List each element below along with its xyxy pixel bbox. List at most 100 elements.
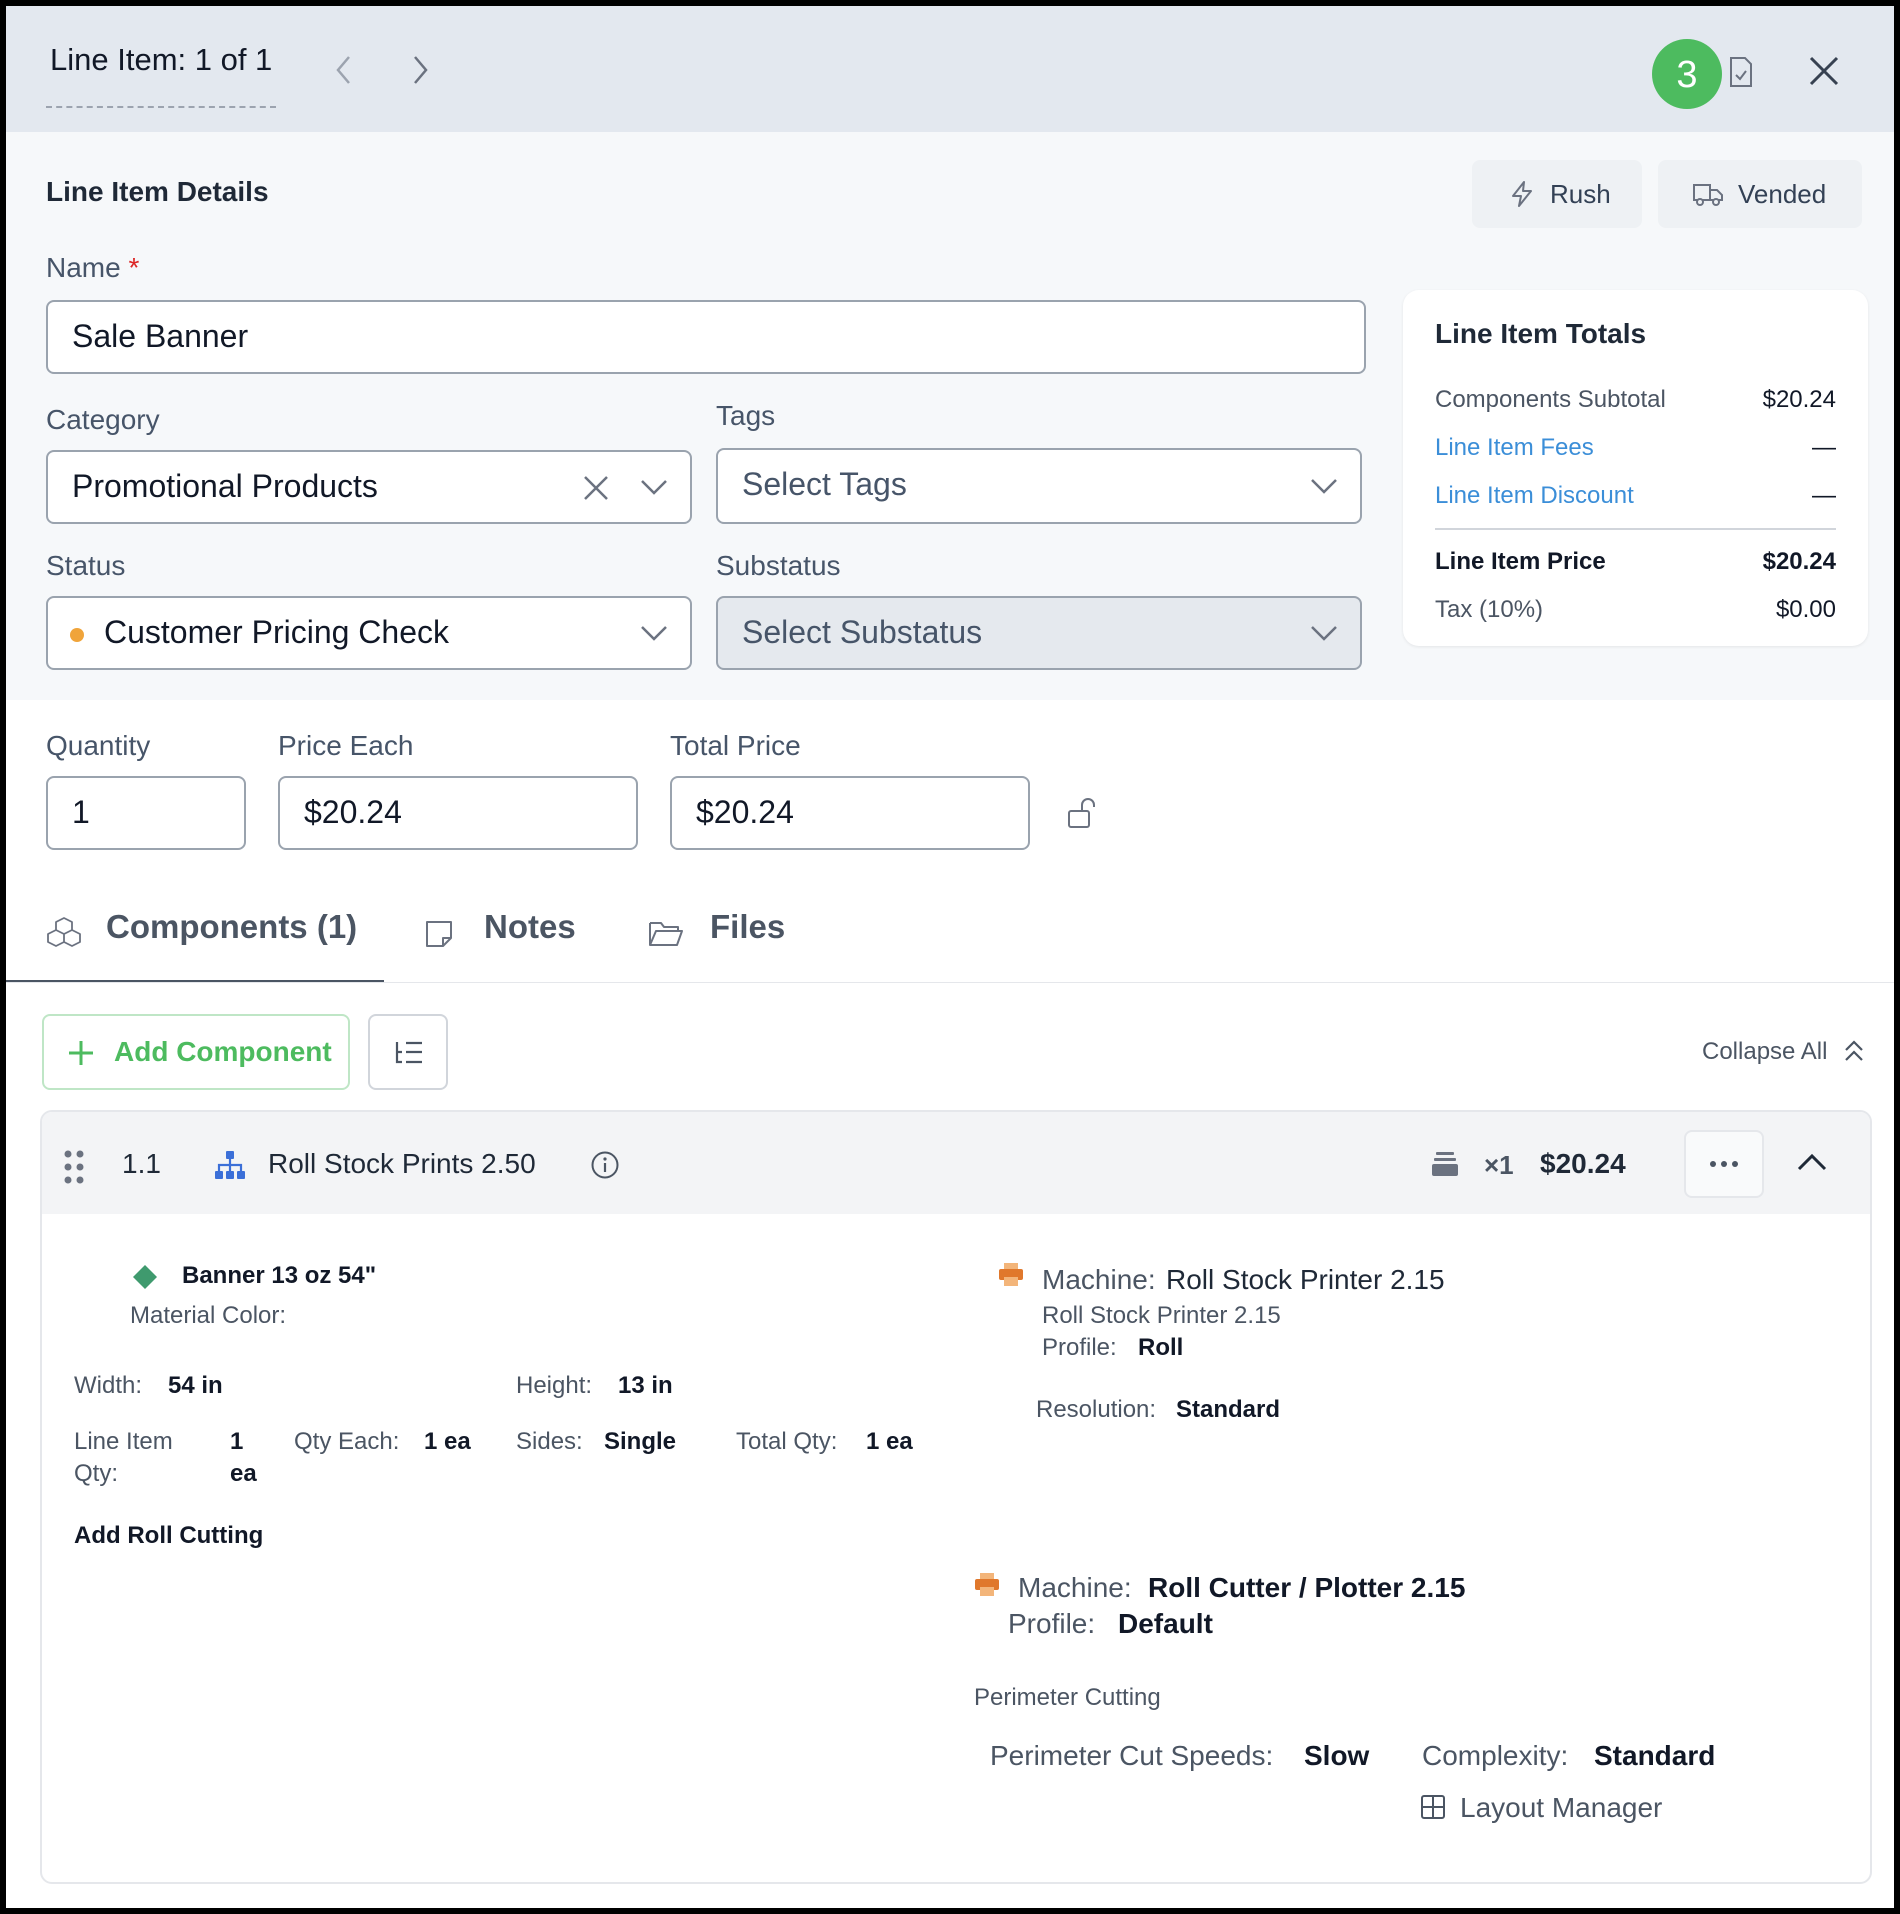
tab-notes[interactable]: Notes bbox=[484, 908, 576, 946]
substatus-select[interactable]: Select Substatus bbox=[716, 596, 1362, 670]
vended-button[interactable]: Vended bbox=[1658, 160, 1862, 228]
info-icon[interactable] bbox=[590, 1150, 620, 1180]
material-name[interactable]: Banner 13 oz 54" bbox=[182, 1262, 376, 1290]
tags-label: Tags bbox=[716, 400, 776, 431]
sides-label: Sides: bbox=[516, 1428, 583, 1455]
perimeter-cutting-title: Perimeter Cutting bbox=[974, 1684, 1161, 1711]
totals-label: Tax (10%) bbox=[1435, 596, 1544, 623]
line-item-qty-label: Qty: bbox=[74, 1460, 119, 1487]
total-qty-label: Total Qty: bbox=[736, 1428, 838, 1455]
chevron-down-icon[interactable] bbox=[1310, 477, 1338, 495]
machine-subtitle: Roll Stock Printer 2.15 bbox=[1042, 1302, 1281, 1329]
chevron-down-icon[interactable] bbox=[1310, 624, 1338, 642]
width-value: 54 in bbox=[168, 1372, 223, 1399]
profile-label: Profile: bbox=[1042, 1334, 1117, 1361]
substatus-label: Substatus bbox=[716, 550, 841, 581]
tab-files[interactable]: Files bbox=[710, 908, 785, 946]
status-label: Status bbox=[46, 550, 126, 581]
total-qty-value: 1 ea bbox=[866, 1428, 913, 1455]
component-header[interactable]: 1.1 Roll Stock Prints 2.50 ×1 $20.24 bbox=[42, 1112, 1870, 1214]
chevron-up-icon[interactable] bbox=[1796, 1152, 1828, 1172]
status-select[interactable]: Customer Pricing Check bbox=[46, 596, 692, 670]
document-check-icon[interactable] bbox=[1728, 56, 1754, 88]
resolution-value: Standard bbox=[1176, 1396, 1281, 1423]
chevron-down-icon[interactable] bbox=[640, 624, 668, 642]
tab-components[interactable]: Components (1) bbox=[106, 908, 357, 946]
category-label: Category bbox=[46, 404, 160, 435]
grid-icon bbox=[1420, 1794, 1446, 1820]
category-value: Promotional Products bbox=[72, 468, 378, 504]
stack-icon bbox=[1430, 1150, 1460, 1178]
printer-icon bbox=[998, 1262, 1024, 1288]
substatus-placeholder: Select Substatus bbox=[742, 614, 983, 650]
notification-badge[interactable]: 3 bbox=[1652, 39, 1722, 109]
list-tree-icon bbox=[394, 1040, 424, 1066]
qty-each-value: 1 ea bbox=[424, 1428, 471, 1455]
line-item-qty-value: 1 bbox=[230, 1428, 244, 1455]
line-item-title[interactable]: Line Item: 1 of 1 bbox=[46, 28, 277, 108]
material-diamond-icon bbox=[132, 1264, 158, 1290]
price-each-input[interactable]: $20.24 bbox=[278, 776, 638, 850]
add-component-label: Add Component bbox=[114, 1036, 332, 1067]
complexity-label: Complexity: bbox=[1422, 1740, 1569, 1771]
lightning-icon bbox=[1510, 160, 1534, 208]
status-dot bbox=[70, 628, 84, 642]
totals-row-tax: Tax (10%) $0.00 bbox=[1435, 596, 1836, 624]
machine-name[interactable]: Roll Cutter / Plotter 2.15 bbox=[1148, 1572, 1465, 1604]
layout-manager-link[interactable]: Layout Manager bbox=[1460, 1792, 1662, 1824]
cut-speed-label: Perimeter Cut Speeds: bbox=[990, 1740, 1274, 1771]
line-item-discount-link[interactable]: Line Item Discount bbox=[1435, 482, 1634, 509]
hierarchy-icon bbox=[214, 1150, 246, 1180]
totals-row-subtotal: Components Subtotal $20.24 bbox=[1435, 386, 1836, 414]
name-input[interactable]: Sale Banner bbox=[46, 300, 1366, 374]
quantity-input[interactable]: 1 bbox=[46, 776, 246, 850]
double-chevron-up-icon[interactable] bbox=[1844, 1040, 1864, 1062]
tags-select[interactable]: Select Tags bbox=[716, 448, 1362, 524]
cubes-icon bbox=[46, 916, 82, 950]
tree-view-button[interactable] bbox=[368, 1014, 448, 1090]
collapse-all-link[interactable]: Collapse All bbox=[1702, 1038, 1827, 1066]
qty-each-label: Qty Each: bbox=[294, 1428, 400, 1455]
tabs-divider bbox=[6, 982, 1894, 983]
chevron-right-icon[interactable] bbox=[410, 54, 430, 86]
plus-icon bbox=[68, 1040, 94, 1066]
quantity-label: Quantity bbox=[46, 730, 151, 761]
unlock-icon[interactable] bbox=[1066, 796, 1096, 830]
height-value: 13 in bbox=[618, 1372, 673, 1399]
rush-button[interactable]: Rush bbox=[1472, 160, 1642, 228]
add-component-button[interactable]: Add Component bbox=[42, 1014, 350, 1090]
component-card: 1.1 Roll Stock Prints 2.50 ×1 $20.24 Ban… bbox=[40, 1110, 1872, 1884]
line-item-modal: Line Item: 1 of 1 3 Line Item Details Ru… bbox=[6, 6, 1894, 1908]
close-icon[interactable] bbox=[1808, 55, 1840, 87]
vended-label: Vended bbox=[1738, 179, 1827, 209]
totals-label: Line Item Price bbox=[1435, 548, 1606, 575]
rush-label: Rush bbox=[1550, 179, 1611, 209]
add-roll-cutting-link[interactable]: Add Roll Cutting bbox=[74, 1522, 263, 1550]
totals-row-discount[interactable]: Line Item Discount — bbox=[1435, 482, 1836, 510]
chevron-left-icon[interactable] bbox=[334, 54, 354, 86]
chevron-down-icon[interactable] bbox=[640, 478, 668, 496]
name-label: Name * bbox=[46, 252, 140, 283]
component-number: 1.1 bbox=[122, 1148, 161, 1179]
clear-icon[interactable] bbox=[582, 474, 610, 502]
machine-name[interactable]: Roll Stock Printer 2.15 bbox=[1166, 1264, 1445, 1296]
truck-icon bbox=[1692, 160, 1724, 208]
totals-value: — bbox=[1812, 434, 1836, 461]
totals-value: $0.00 bbox=[1775, 596, 1836, 623]
more-options-button[interactable] bbox=[1684, 1130, 1764, 1198]
totals-row-fees[interactable]: Line Item Fees — bbox=[1435, 434, 1836, 462]
folder-icon bbox=[648, 920, 684, 948]
profile-value: Default bbox=[1118, 1608, 1213, 1639]
drag-handle-icon[interactable] bbox=[64, 1150, 84, 1184]
machine-label: Machine: bbox=[1018, 1572, 1132, 1603]
line-item-qty-unit: ea bbox=[230, 1460, 257, 1487]
machine-label: Machine: bbox=[1042, 1264, 1156, 1295]
total-price-input[interactable]: $20.24 bbox=[670, 776, 1030, 850]
component-qty: ×1 bbox=[1484, 1150, 1514, 1180]
line-item-fees-link[interactable]: Line Item Fees bbox=[1435, 434, 1594, 461]
line-item-qty-label: Line Item bbox=[74, 1428, 173, 1455]
category-select[interactable]: Promotional Products bbox=[46, 450, 692, 524]
printer-icon bbox=[974, 1572, 1000, 1598]
status-value: Customer Pricing Check bbox=[104, 614, 449, 650]
sides-value: Single bbox=[604, 1428, 677, 1455]
